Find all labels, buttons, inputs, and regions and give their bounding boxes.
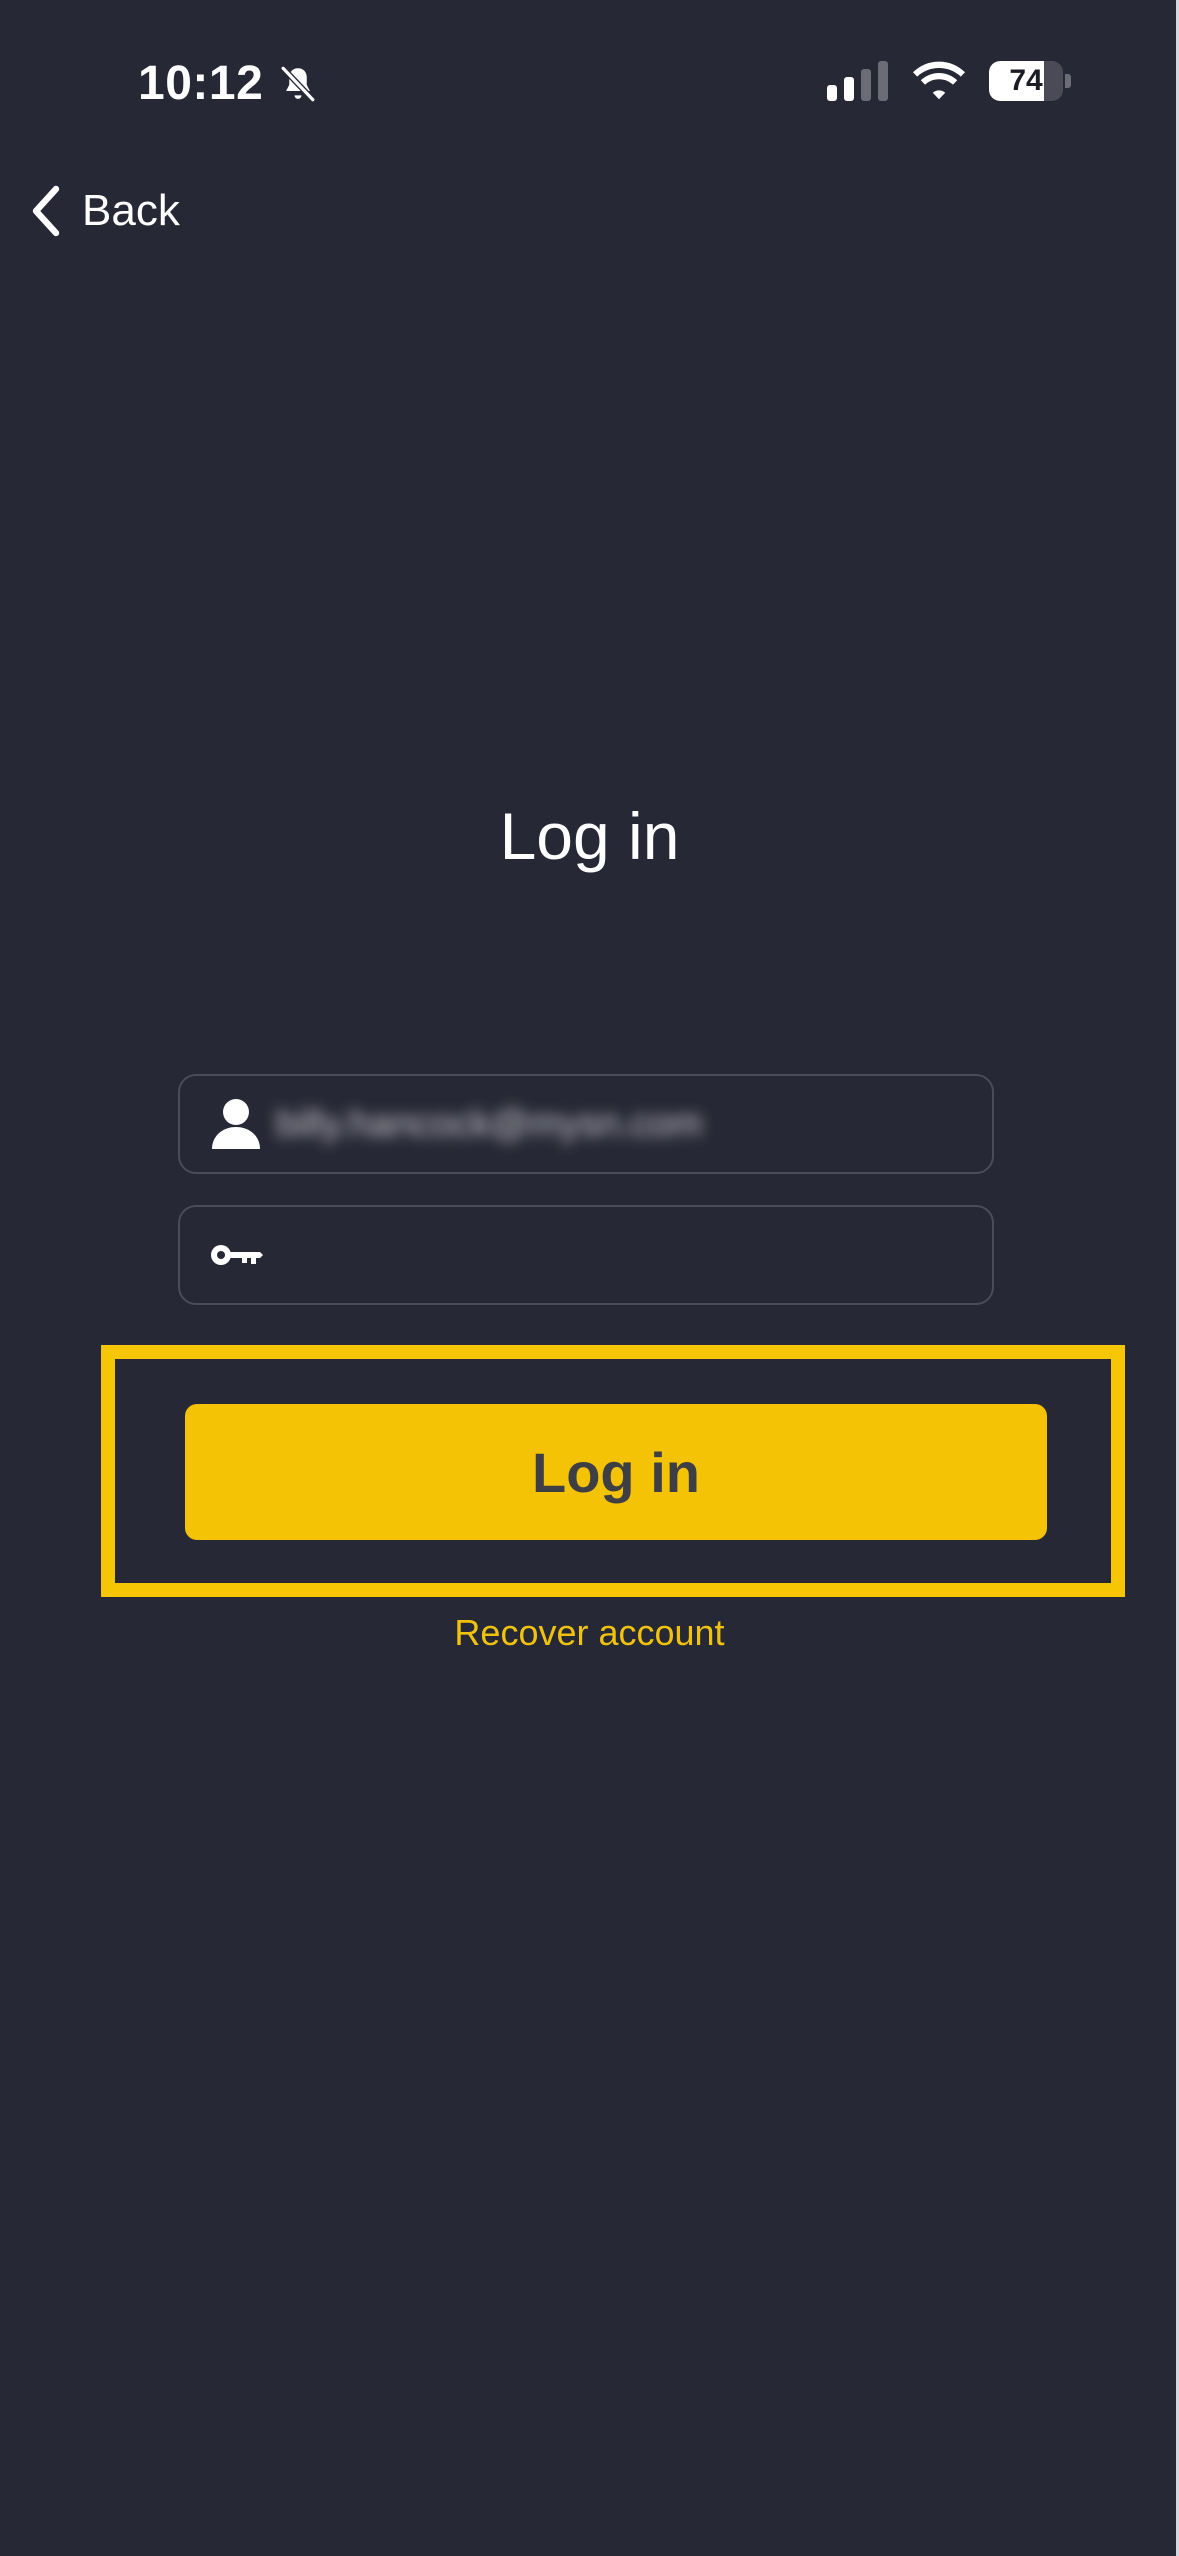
battery-level: 74 xyxy=(1009,64,1043,97)
password-icon-wrap xyxy=(204,1241,268,1269)
username-icon-wrap xyxy=(204,1097,268,1151)
status-time: 10:12 xyxy=(138,57,264,110)
chevron-left-icon xyxy=(32,185,60,237)
password-input[interactable] xyxy=(276,1214,968,1296)
key-icon xyxy=(211,1245,263,1265)
username-value[interactable]: billy.hancock@mysn.com xyxy=(276,1084,968,1164)
status-time-group: 10:12 xyxy=(138,56,319,111)
back-label: Back xyxy=(82,186,180,235)
signal-icon xyxy=(827,61,888,101)
user-icon xyxy=(212,1099,260,1149)
back-button[interactable]: Back xyxy=(30,178,180,244)
battery-tip xyxy=(1065,74,1071,88)
login-screen: 10:12 74 Back Log in billy.hancock@mysn.… xyxy=(0,0,1179,2556)
battery-body: 74 xyxy=(989,61,1063,101)
password-field[interactable] xyxy=(178,1205,994,1305)
wifi-icon xyxy=(913,61,965,100)
page-title: Log in xyxy=(499,799,680,873)
bell-off-icon xyxy=(280,64,317,103)
status-indicators: 74 xyxy=(827,60,1071,102)
status-bar: 10:12 74 xyxy=(0,0,1179,170)
login-button[interactable]: Log in xyxy=(185,1404,1047,1540)
username-field[interactable]: billy.hancock@mysn.com xyxy=(178,1074,994,1174)
battery-icon: 74 xyxy=(989,61,1071,101)
recover-account-link[interactable]: Recover account xyxy=(0,1612,1179,1654)
